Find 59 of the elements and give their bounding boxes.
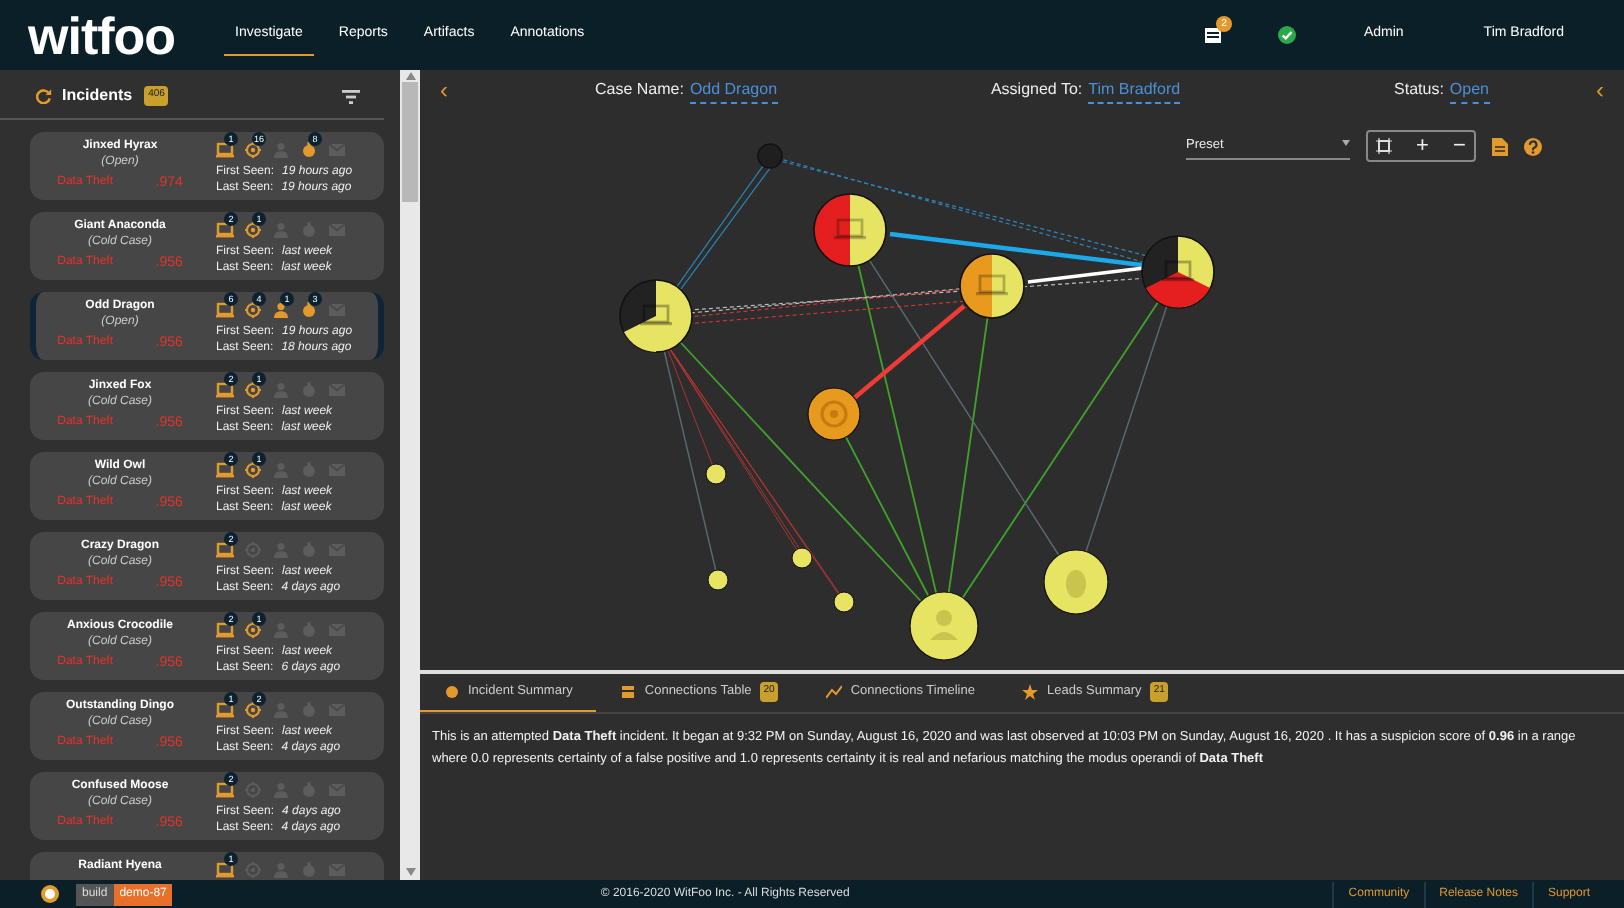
computer-node[interactable]: [1141, 235, 1215, 309]
document-icon[interactable]: [1491, 137, 1508, 155]
scroll-down-icon[interactable]: [405, 868, 415, 876]
mail-icon: [328, 862, 346, 878]
target-icon: [244, 702, 262, 718]
computer-icon: [216, 782, 234, 798]
target-icon: [244, 142, 262, 158]
tab-icon: [444, 683, 460, 700]
logo[interactable]: witfoo: [28, 9, 176, 61]
logo-icon: [40, 884, 60, 904]
target-node[interactable]: [807, 387, 861, 441]
computer-icon: [216, 222, 234, 238]
computer-icon: [216, 302, 234, 318]
fit-icon[interactable]: [1376, 138, 1392, 154]
status-link[interactable]: Open: [1449, 77, 1489, 103]
collapse-right-button[interactable]: ‹: [1596, 78, 1604, 102]
scrollbar-thumb[interactable]: [402, 82, 418, 202]
tab-icon: [826, 683, 843, 700]
computer-icon: [216, 142, 234, 158]
small-node[interactable]: [707, 569, 729, 591]
tab-icon: [1022, 683, 1039, 700]
scrollbar[interactable]: [400, 70, 420, 880]
field-label: Status:: [1394, 77, 1444, 101]
field-label: Case Name:: [594, 77, 684, 101]
target-icon: [244, 462, 262, 478]
zoom-button[interactable]: −: [1452, 135, 1466, 157]
help-icon[interactable]: [1523, 137, 1542, 155]
case-name-link[interactable]: Odd Dragon: [689, 77, 778, 103]
computer-icon: [216, 622, 234, 638]
small-node[interactable]: [791, 547, 813, 569]
target-icon: [244, 382, 262, 398]
target-icon: [244, 622, 262, 638]
filter-icon[interactable]: [342, 89, 360, 103]
computer-node[interactable]: [757, 143, 783, 169]
computer-node[interactable]: [813, 193, 887, 267]
small-node[interactable]: [705, 463, 727, 485]
field-label: Assigned To:: [990, 77, 1083, 102]
collapse-left-button[interactable]: ‹: [440, 78, 448, 102]
computer-icon: [216, 382, 234, 398]
computer-node[interactable]: [619, 279, 693, 353]
user-icon: [272, 862, 290, 878]
check-circle-icon: [1277, 26, 1296, 44]
computer-icon: [216, 462, 234, 478]
computer-icon: [216, 702, 234, 718]
target-icon: [244, 302, 262, 318]
refresh-icon[interactable]: [36, 88, 52, 104]
notifications-icon[interactable]: [1203, 26, 1222, 44]
panel-title: Incidents: [62, 84, 133, 108]
user-node[interactable]: [909, 591, 979, 661]
computer-node[interactable]: [959, 253, 1025, 319]
user-icon: [272, 302, 290, 318]
computer-icon: [216, 862, 234, 878]
target-icon: [244, 222, 262, 238]
small-node[interactable]: [833, 591, 855, 613]
target-icon: [244, 862, 262, 878]
zoom-button[interactable]: +: [1416, 135, 1429, 157]
computer-icon: [216, 542, 234, 558]
assignee-link[interactable]: Tim Bradford: [1088, 77, 1181, 103]
tab-icon: [620, 683, 637, 700]
